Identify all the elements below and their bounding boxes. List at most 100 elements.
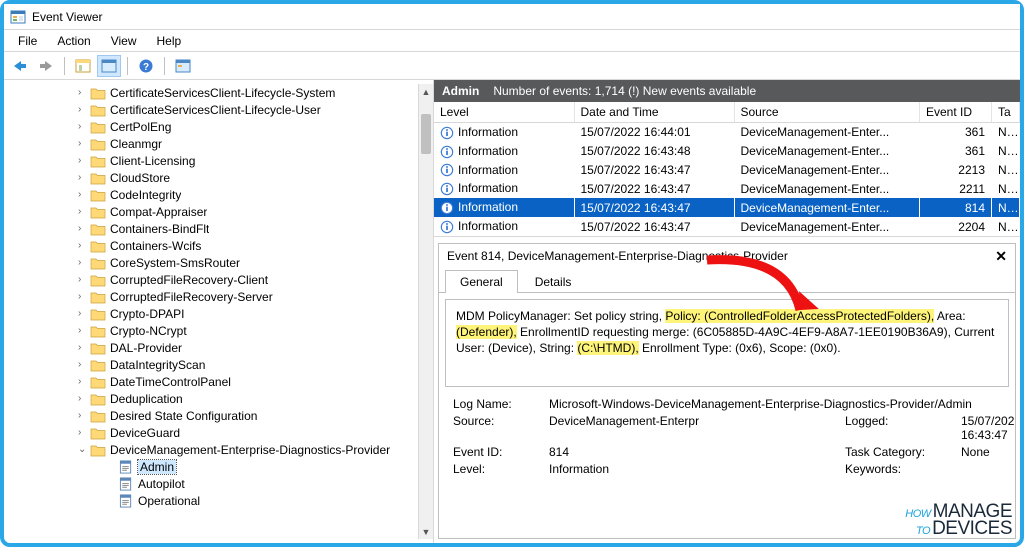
tree-item[interactable]: › CorruptedFileRecovery-Client (8, 271, 433, 288)
cell-date: 15/07/2022 16:44:01 (574, 123, 734, 142)
toolbar-separator (64, 57, 65, 75)
chevron-icon[interactable]: › (78, 291, 88, 302)
events-table[interactable]: Level Date and Time Source Event ID Ta I… (434, 102, 1020, 236)
tree-item-label: Crypto-DPAPI (110, 307, 184, 321)
table-row[interactable]: Information15/07/2022 16:43:47DeviceMana… (434, 161, 1020, 180)
chevron-icon[interactable]: › (78, 104, 88, 115)
tree-item[interactable]: ›Deduplication (8, 390, 433, 407)
table-row[interactable]: Information15/07/2022 16:43:48DeviceMana… (434, 142, 1020, 161)
tree-item[interactable]: Autopilot (8, 475, 433, 492)
close-icon[interactable]: ✕ (995, 248, 1007, 265)
tree-item-label: CorruptedFileRecovery-Client (110, 273, 268, 287)
scroll-down-icon[interactable]: ▼ (419, 524, 433, 539)
menu-view[interactable]: View (101, 32, 147, 50)
tree-item[interactable]: ›DateTimeControlPanel (8, 373, 433, 390)
chevron-icon[interactable]: › (78, 325, 88, 336)
cell-date: 15/07/2022 16:43:47 (574, 198, 734, 217)
table-row[interactable]: Information15/07/2022 16:43:47DeviceMana… (434, 198, 1020, 217)
cell-source: DeviceManagement-Enter... (734, 217, 920, 236)
chevron-icon[interactable]: › (78, 342, 88, 353)
tree-item[interactable]: ›DAL-Provider (8, 339, 433, 356)
tree[interactable]: ›CertificateServicesClient-Lifecycle-Sys… (8, 84, 433, 509)
tree-item[interactable]: ›CorruptedFileRecovery-Server (8, 288, 433, 305)
tree-item[interactable]: ›CertificateServicesClient-Lifecycle-Sys… (8, 84, 433, 101)
tree-item[interactable]: ›Cleanmgr (8, 135, 433, 152)
chevron-icon[interactable]: › (78, 172, 88, 183)
col-date[interactable]: Date and Time (574, 102, 734, 123)
chevron-icon[interactable]: › (78, 410, 88, 421)
tree-item[interactable]: Admin (8, 458, 433, 475)
prop-value: Information (549, 462, 839, 476)
scroll-thumb[interactable] (421, 114, 431, 154)
tree-item[interactable]: ›CoreSystem-SmsRouter (8, 254, 433, 271)
tree-scrollbar[interactable]: ▲ ▼ (418, 84, 433, 539)
col-source[interactable]: Source (734, 102, 920, 123)
chevron-icon[interactable]: › (78, 87, 88, 98)
scroll-up-icon[interactable]: ▲ (419, 84, 433, 99)
cell-date: 15/07/2022 16:43:47 (574, 217, 734, 236)
chevron-icon[interactable]: › (78, 359, 88, 370)
tree-item[interactable]: ›CodeIntegrity (8, 186, 433, 203)
tree-item[interactable]: ›CloudStore (8, 169, 433, 186)
tree-item[interactable]: › DataIntegrityScan (8, 356, 433, 373)
chevron-icon[interactable]: › (78, 257, 88, 268)
menu-file[interactable]: File (8, 32, 47, 50)
tree-item[interactable]: ›Containers-BindFlt (8, 220, 433, 237)
chevron-icon[interactable]: › (78, 189, 88, 200)
table-row[interactable]: Information 15/07/2022 16:43:47DeviceMana… (434, 217, 1020, 236)
chevron-icon[interactable]: › (78, 240, 88, 251)
chevron-icon[interactable]: › (78, 206, 88, 217)
prop-key: Source: (453, 414, 543, 442)
tree-item-label: Admin (138, 460, 176, 474)
help-button[interactable]: ? (134, 55, 158, 77)
chevron-icon[interactable]: › (78, 308, 88, 319)
forward-button[interactable] (34, 55, 58, 77)
tree-item[interactable]: ›DeviceGuard (8, 424, 433, 441)
chevron-icon[interactable]: › (78, 376, 88, 387)
prop-value: 814 (549, 445, 839, 459)
chevron-icon[interactable]: › (78, 274, 88, 285)
info-icon (440, 163, 454, 177)
prop-key: Event ID: (453, 445, 543, 459)
tree-item-label: DataIntegrityScan (110, 358, 205, 372)
msg-text: Area: (934, 309, 965, 323)
chevron-icon[interactable]: › (78, 138, 88, 149)
cell-level: Information (458, 181, 518, 195)
properties-button[interactable] (97, 55, 121, 77)
show-hide-tree-button[interactable] (71, 55, 95, 77)
tab-general[interactable]: General (445, 270, 518, 293)
menu-action[interactable]: Action (47, 32, 100, 50)
table-row[interactable]: Information15/07/2022 16:43:47DeviceMana… (434, 179, 1020, 198)
chevron-icon[interactable]: › (78, 223, 88, 234)
chevron-icon[interactable]: › (78, 393, 88, 404)
chevron-icon[interactable]: › (78, 155, 88, 166)
titlebar: Event Viewer (4, 4, 1020, 30)
tree-item[interactable]: ›Desired State Configuration (8, 407, 433, 424)
tree-item[interactable]: ›CertPolEng (8, 118, 433, 135)
tree-item[interactable]: › Containers-Wcifs (8, 237, 433, 254)
chevron-icon[interactable]: ⌄ (78, 444, 88, 455)
chevron-icon[interactable]: › (78, 121, 88, 132)
tree-item[interactable]: Operational (8, 492, 433, 509)
prop-value: Microsoft-Windows-DeviceManagement-Enter… (549, 397, 1016, 411)
back-button[interactable] (8, 55, 32, 77)
tree-item[interactable]: ›CertificateServicesClient-Lifecycle-Use… (8, 101, 433, 118)
col-level[interactable]: Level (434, 102, 574, 123)
prop-key: Log Name: (453, 397, 543, 411)
tree-item[interactable]: ›Client-Licensing (8, 152, 433, 169)
prop-value: None (961, 445, 1016, 459)
col-eventid[interactable]: Event ID (920, 102, 992, 123)
tree-item-label: Containers-Wcifs (110, 239, 201, 253)
col-taskcat[interactable]: Ta (992, 102, 1020, 123)
refresh-button[interactable] (171, 55, 195, 77)
tree-item[interactable]: ›Crypto-NCrypt (8, 322, 433, 339)
tree-item[interactable]: › Crypto-DPAPI (8, 305, 433, 322)
tree-item[interactable]: ⌄DeviceManagement-Enterprise-Diagnostics… (8, 441, 433, 458)
chevron-icon[interactable]: › (78, 427, 88, 438)
watermark-text: TO (916, 525, 930, 537)
tree-item[interactable]: ›Compat-Appraiser (8, 203, 433, 220)
table-row[interactable]: Information15/07/2022 16:44:01DeviceMana… (434, 123, 1020, 142)
tab-details[interactable]: Details (520, 270, 587, 293)
cell-level: Information (458, 219, 518, 233)
menu-help[interactable]: Help (147, 32, 192, 50)
